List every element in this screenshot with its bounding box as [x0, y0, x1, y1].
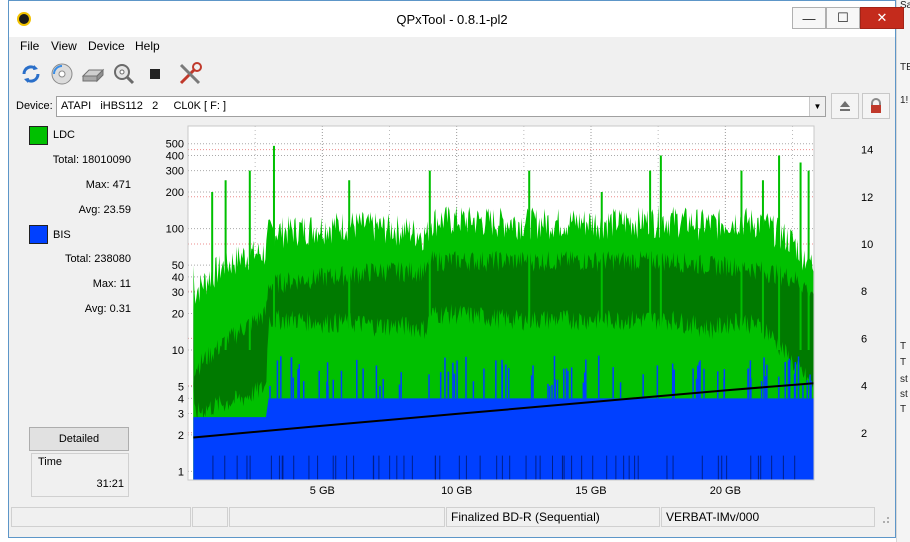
ldc-avg: Avg: 23.59: [78, 204, 131, 216]
y-right-tick-label: 12: [861, 192, 873, 204]
y-right-tick-label: 4: [861, 381, 867, 393]
toolbar: [9, 57, 895, 91]
x-tick-label: 15 GB: [575, 485, 606, 497]
resize-grip-icon[interactable]: [876, 508, 893, 528]
background-window-edge: Samsu TE 1! T T st st T: [896, 0, 910, 542]
menu-file[interactable]: File: [20, 39, 39, 53]
background-text: st: [900, 389, 908, 400]
device-bar: Device: ATAPI iHBS112 2 CL0K [ F: ] ▼: [9, 93, 895, 121]
status-cell-2: [192, 507, 228, 527]
disc-status: Finalized BD-R (Sequential): [446, 507, 660, 527]
x-tick-label: 10 GB: [441, 485, 472, 497]
maximize-button[interactable]: ☐: [826, 7, 860, 29]
y-left-tick-label: 20: [172, 308, 184, 320]
media-id: VERBAT-IMv/000: [661, 507, 875, 527]
y-left-tick-label: 100: [166, 224, 184, 236]
stop-icon[interactable]: [141, 60, 169, 88]
y-right-tick-label: 14: [861, 145, 873, 157]
window-title: QPxTool - 0.8.1-pl2: [396, 12, 508, 27]
eject-icon: [840, 101, 850, 111]
bis-legend-label: BIS: [53, 229, 71, 241]
background-text: st: [900, 374, 908, 385]
y-left-tick-label: 4: [178, 393, 184, 405]
disc-scan-icon[interactable]: [48, 60, 76, 88]
status-bar: Finalized BD-R (Sequential) VERBAT-IMv/0…: [9, 506, 895, 528]
y-right-tick-label: 6: [861, 333, 867, 345]
lock-button[interactable]: [862, 93, 890, 119]
ldc-legend-label: LDC: [53, 129, 76, 141]
time-label: Time: [38, 456, 63, 468]
y-left-tick-label: 1: [178, 466, 184, 478]
chevron-down-icon[interactable]: ▼: [809, 97, 825, 116]
y-left-tick-label: 50: [172, 260, 184, 272]
menu-help[interactable]: Help: [135, 39, 160, 53]
menu-bar: File View Device Help: [9, 37, 895, 57]
time-value: 31:21: [96, 478, 124, 490]
ldc-total: Total: 18010090: [52, 154, 131, 166]
status-cell-1: [11, 507, 191, 527]
stats-panel: LDC Total: 18010090 Max: 471 Avg: 23.59 …: [9, 123, 139, 503]
x-tick-label: 5 GB: [310, 485, 335, 497]
time-box: Time 31:21: [31, 453, 129, 497]
eject-button[interactable]: [831, 93, 859, 119]
title-bar[interactable]: QPxTool - 0.8.1-pl2 — ☐ ✕: [9, 1, 904, 37]
bis-avg: Avg: 0.31: [84, 303, 131, 315]
y-left-tick-label: 30: [172, 287, 184, 299]
y-left-tick-label: 400: [166, 151, 184, 163]
zoom-disc-icon[interactable]: [110, 60, 138, 88]
y-right-tick-label: 8: [861, 286, 867, 298]
y-left-tick-label: 3: [178, 409, 184, 421]
y-left-tick-label: 500: [166, 139, 184, 151]
y-left-tick-label: 300: [166, 166, 184, 178]
y-left-tick-label: 40: [172, 272, 184, 284]
background-text: T: [900, 357, 907, 368]
menu-device[interactable]: Device: [88, 39, 125, 53]
background-text: 1!: [900, 95, 909, 106]
bis-swatch: [29, 225, 48, 244]
background-text: TE: [900, 62, 910, 73]
bis-max: Max: 11: [92, 278, 131, 290]
y-left-tick-label: 2: [178, 430, 184, 442]
close-button[interactable]: ✕: [860, 7, 904, 29]
qpxtool-window: QPxTool - 0.8.1-pl2 — ☐ ✕ File View Devi…: [8, 0, 904, 538]
bis-total: Total: 238080: [64, 253, 131, 265]
y-right-tick-label: 2: [861, 428, 867, 440]
minimize-button[interactable]: —: [792, 7, 826, 29]
detailed-button[interactable]: Detailed: [29, 427, 129, 451]
y-left-tick-label: 5: [178, 382, 184, 394]
ldc-bis-chart: 1234510203040501002003004005002468101214…: [166, 125, 873, 497]
y-right-tick-label: 10: [861, 239, 873, 251]
settings-tools-icon[interactable]: [176, 60, 204, 88]
background-text: T: [900, 404, 907, 415]
background-text: T: [900, 341, 907, 352]
ldc-swatch: [29, 126, 48, 145]
ldc-max: Max: 471: [85, 179, 131, 191]
y-left-tick-label: 200: [166, 187, 184, 199]
chart-area: 1 2 3 4 5 10 20 30 40 50 100 200 300 400 500 2 4 6 8 10 12 14…: [143, 123, 883, 505]
status-cell-3: [229, 507, 445, 527]
lock-icon: [871, 98, 881, 113]
menu-view[interactable]: View: [51, 39, 77, 53]
device-label: Device:: [16, 100, 53, 112]
refresh-icon[interactable]: [17, 60, 45, 88]
device-select[interactable]: ATAPI iHBS112 2 CL0K [ F: ] ▼: [56, 96, 826, 117]
x-tick-label: 20 GB: [710, 485, 741, 497]
device-value: ATAPI iHBS112 2 CL0K [ F: ]: [61, 100, 227, 112]
drive-icon[interactable]: [79, 60, 107, 88]
y-left-tick-label: 10: [172, 345, 184, 357]
